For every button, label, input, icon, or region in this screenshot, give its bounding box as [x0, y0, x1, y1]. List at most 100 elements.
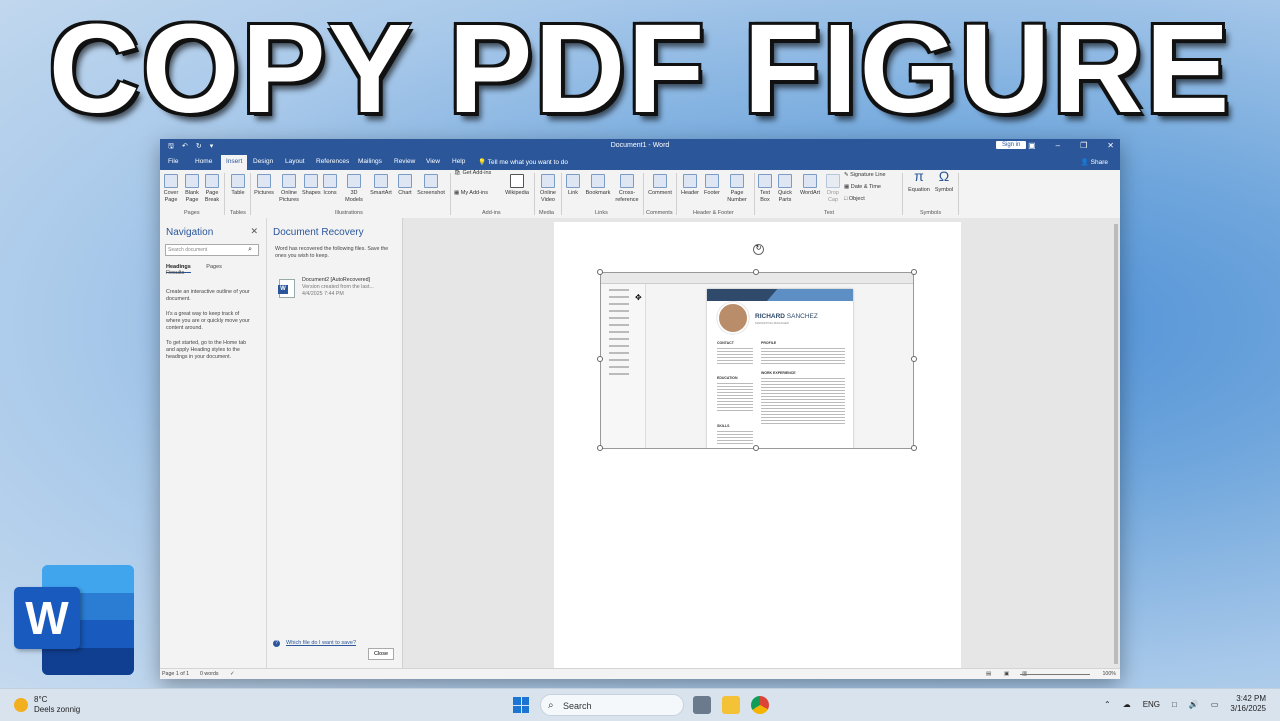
tab-help[interactable]: Help [452, 158, 465, 165]
search-icon[interactable]: ⌕ [248, 245, 252, 255]
recovery-title: Document Recovery [273, 227, 364, 238]
resize-handle[interactable] [597, 445, 603, 451]
zoom-level[interactable]: 100% [1102, 671, 1116, 677]
signature-line-label: Signature Line [850, 172, 886, 178]
bookmark-button[interactable]: Bookmark [583, 170, 613, 197]
file-explorer-icon[interactable] [722, 696, 740, 714]
table-button[interactable]: Table [228, 170, 248, 197]
battery-icon[interactable]: ▭ [1211, 700, 1219, 709]
close-icon[interactable]: ✕ [1107, 141, 1114, 150]
page-number-button[interactable]: Page Number [723, 170, 751, 204]
equation-button[interactable]: π Equation [905, 169, 933, 194]
proofing-icon[interactable]: ✓ [230, 671, 234, 677]
task-view-icon[interactable] [693, 696, 711, 714]
tab-results[interactable]: Results [166, 270, 184, 276]
share-button[interactable]: 👤 Share [1081, 158, 1108, 166]
resize-handle[interactable] [753, 269, 759, 275]
icons-button[interactable]: Icons [322, 170, 338, 197]
my-addins-button[interactable]: ▦ My Add-ins [454, 190, 502, 197]
vertical-scrollbar[interactable] [1114, 224, 1118, 664]
3d-models-button[interactable]: 3D Models [341, 170, 367, 204]
wikipedia-button[interactable]: Wikipedia [503, 170, 531, 197]
resume-work-lines [761, 376, 845, 426]
page-count[interactable]: Page 1 of 1 [162, 671, 189, 677]
network-icon[interactable]: □ [1172, 700, 1177, 709]
cover-page-button[interactable]: Cover Page [162, 170, 180, 204]
screenshot-button[interactable]: Screenshot [415, 170, 447, 197]
pasted-figure[interactable]: RICHARD SANCHEZ MARKETING MANAGER CONTAC… [600, 272, 914, 449]
header-button[interactable]: Header [679, 170, 701, 197]
online-video-button[interactable]: Online Video [537, 170, 559, 204]
rotate-handle-icon[interactable]: ↻ [753, 244, 764, 255]
chart-button[interactable]: Chart [396, 170, 414, 197]
sign-in-button[interactable]: Sign in [996, 141, 1027, 149]
title-bar: 🖫 ↶ ↻ ▾ Document1 - Word Sign in ▣ – ❐ ✕ [160, 139, 1120, 153]
close-navigation-icon[interactable]: ✕ [250, 226, 258, 237]
tab-home[interactable]: Home [195, 158, 212, 165]
camera-icon [424, 174, 438, 188]
cross-reference-button[interactable]: Cross-reference [614, 170, 640, 204]
shapes-button[interactable]: Shapes [302, 170, 321, 197]
comment-icon [653, 174, 667, 188]
minimize-icon[interactable]: – [1056, 141, 1060, 150]
taskbar-search[interactable]: ⌕ Search [540, 694, 684, 716]
which-file-help-link[interactable]: ? Which file do I want to save? [273, 640, 356, 647]
tab-view[interactable]: View [426, 158, 440, 165]
get-addins-button[interactable]: 🛍 Get Add-ins [454, 170, 498, 177]
word-count[interactable]: 0 words [200, 671, 219, 677]
document-page[interactable]: RICHARD SANCHEZ MARKETING MANAGER CONTAC… [554, 222, 961, 668]
close-recovery-button[interactable]: Close [367, 648, 394, 660]
tab-file[interactable]: File [168, 158, 178, 165]
resume-last-name: SANCHEZ [786, 313, 818, 320]
cloud-icon[interactable]: ☁ [1123, 700, 1131, 709]
footer-button[interactable]: Footer [702, 170, 722, 197]
resize-handle[interactable] [597, 356, 603, 362]
object-button[interactable]: □ Object [844, 196, 904, 203]
wordart-button[interactable]: WordArt [796, 170, 824, 197]
resize-handle[interactable] [911, 445, 917, 451]
language-indicator[interactable]: ENG [1143, 700, 1160, 709]
ribbon-display-icon[interactable]: ▣ [1028, 141, 1036, 150]
link-button[interactable]: Link [564, 170, 582, 197]
help-link-label: Which file do I want to save? [286, 640, 357, 646]
3d-models-label: 3D Models [345, 190, 363, 203]
smartart-button[interactable]: SmartArt [368, 170, 394, 197]
print-layout-icon[interactable]: ▣ [1004, 671, 1009, 677]
tell-me-search[interactable]: 💡 Tell me what you want to do [478, 158, 568, 166]
pictures-button[interactable]: Pictures [254, 170, 274, 197]
comment-button[interactable]: Comment [646, 170, 674, 197]
read-mode-icon[interactable]: ▤ [986, 671, 991, 677]
text-box-button[interactable]: Text Box [757, 170, 773, 204]
group-symbols: Symbols [920, 210, 942, 216]
symbol-button[interactable]: Ω Symbol [933, 169, 955, 194]
tab-references[interactable]: References [316, 158, 349, 165]
blank-page-button[interactable]: Blank Page [182, 170, 202, 204]
resize-handle[interactable] [597, 269, 603, 275]
chevron-up-icon[interactable]: ⌃ [1104, 700, 1111, 709]
online-pictures-button[interactable]: Online Pictures [277, 170, 301, 204]
resize-handle[interactable] [911, 269, 917, 275]
tab-layout[interactable]: Layout [285, 158, 305, 165]
chrome-icon[interactable] [751, 696, 769, 714]
resize-handle[interactable] [753, 445, 759, 451]
resume-name: RICHARD SANCHEZ [755, 313, 818, 320]
zoom-slider[interactable] [1020, 674, 1090, 675]
bookmark-icon [591, 174, 605, 188]
volume-icon[interactable]: 🔊 [1189, 700, 1199, 709]
tab-review[interactable]: Review [394, 158, 415, 165]
clock[interactable]: 3:42 PM 3/16/2025 [1230, 694, 1266, 714]
search-document-input[interactable]: Search document ⌕ [165, 244, 259, 256]
drop-cap-button[interactable]: Drop Cap [824, 170, 842, 204]
quick-parts-button[interactable]: Quick Parts [775, 170, 795, 204]
date-time-button[interactable]: ▦ Date & Time [844, 184, 904, 191]
maximize-icon[interactable]: ❐ [1080, 141, 1087, 150]
start-windows-icon[interactable] [513, 697, 529, 713]
weather-widget[interactable]: 8°C Deels zonnig [14, 695, 80, 715]
resize-handle[interactable] [911, 356, 917, 362]
tab-pages[interactable]: Pages [206, 264, 222, 270]
tab-insert[interactable]: Insert [221, 155, 248, 170]
tab-mailings[interactable]: Mailings [358, 158, 382, 165]
page-break-button[interactable]: Page Break [203, 170, 221, 204]
tab-design[interactable]: Design [253, 158, 273, 165]
signature-line-button[interactable]: ✎ Signature Line [844, 172, 904, 179]
